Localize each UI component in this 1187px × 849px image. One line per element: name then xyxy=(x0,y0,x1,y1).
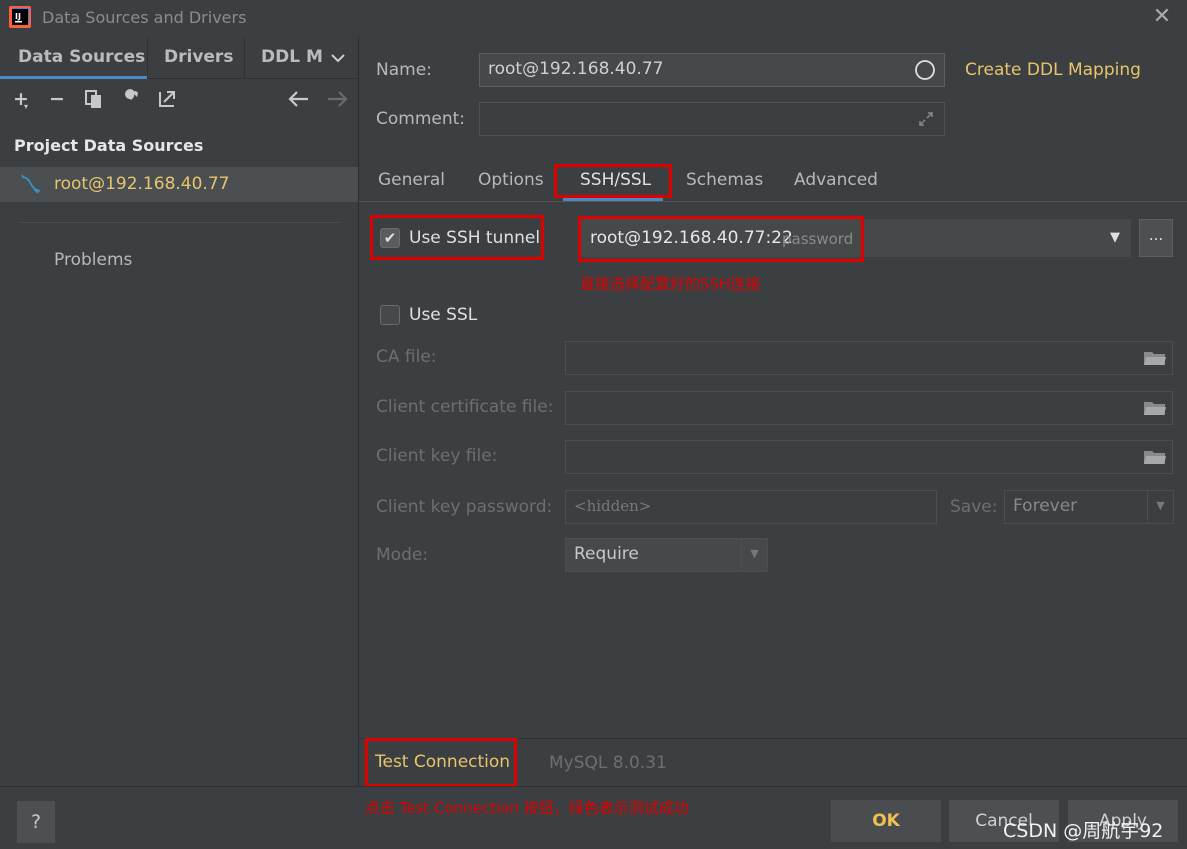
jump-to-icon[interactable] xyxy=(156,88,178,110)
forward-arrow-icon[interactable] xyxy=(326,89,348,109)
folder-icon[interactable] xyxy=(1143,349,1167,367)
tab-divider xyxy=(147,37,148,79)
ok-button[interactable]: OK xyxy=(831,800,941,842)
folder-icon[interactable] xyxy=(1143,399,1167,417)
key-password-placeholder: <hidden> xyxy=(574,497,652,515)
ca-file-label: CA file: xyxy=(376,347,437,367)
client-cert-input[interactable] xyxy=(565,391,1173,425)
tab-advanced[interactable]: Advanced xyxy=(794,170,878,190)
project-data-sources-heading: Project Data Sources xyxy=(14,136,204,155)
tab-general[interactable]: General xyxy=(378,170,445,190)
active-tab-indicator xyxy=(563,198,663,201)
create-ddl-mapping-link[interactable]: Create DDL Mapping xyxy=(965,60,1141,80)
mysql-dolphin-icon xyxy=(21,174,41,194)
tab-divider xyxy=(244,37,245,79)
mode-value: Require xyxy=(574,544,639,564)
window-title: Data Sources and Drivers xyxy=(42,8,247,27)
tab-options[interactable]: Options xyxy=(478,170,544,190)
mode-select[interactable]: Require ▼ xyxy=(565,538,768,572)
tab-ddl-mappings[interactable]: DDL M xyxy=(261,47,323,67)
mode-label: Mode: xyxy=(376,545,429,565)
name-value: root@192.168.40.77 xyxy=(488,59,664,79)
tab-baseline xyxy=(359,201,1187,202)
divider xyxy=(20,222,340,223)
driver-version: MySQL 8.0.31 xyxy=(549,753,667,773)
remove-icon[interactable]: − xyxy=(46,88,68,110)
ssh-config-dropdown-icon[interactable]: ▼ xyxy=(1099,219,1131,257)
wrench-icon[interactable] xyxy=(119,88,141,110)
duplicate-icon[interactable] xyxy=(84,89,104,109)
ca-file-input[interactable] xyxy=(565,341,1173,375)
save-value: Forever xyxy=(1013,496,1078,516)
color-circle-icon[interactable] xyxy=(914,59,936,81)
active-tab-indicator xyxy=(0,76,147,79)
use-ssl-checkbox[interactable] xyxy=(380,305,400,325)
highlight-box-test xyxy=(365,738,517,787)
name-label: Name: xyxy=(376,60,432,80)
use-ssh-label: Use SSH tunnel xyxy=(409,228,541,248)
ssh-more-button[interactable]: ... xyxy=(1139,219,1173,257)
key-password-input[interactable]: <hidden> xyxy=(565,490,937,524)
folder-icon[interactable] xyxy=(1143,448,1167,466)
back-arrow-icon[interactable] xyxy=(288,89,310,109)
close-icon[interactable]: ✕ xyxy=(1150,5,1174,29)
use-ssh-checkbox[interactable]: ✔ xyxy=(380,228,400,248)
tab-drivers[interactable]: Drivers xyxy=(164,47,233,67)
highlight-box-tab xyxy=(554,164,672,198)
client-key-label: Client key file: xyxy=(376,446,498,466)
test-annotation: 点击 Test Connection 按钮，绿色表示测试成功 xyxy=(365,799,689,817)
use-ssl-label: Use SSL xyxy=(409,305,478,325)
expand-icon[interactable] xyxy=(918,111,934,127)
intellij-app-icon: IJ xyxy=(9,6,31,28)
tab-schemas[interactable]: Schemas xyxy=(686,170,763,190)
tab-data-sources[interactable]: Data Sources xyxy=(18,47,145,67)
chevron-down-icon: ▼ xyxy=(741,539,767,571)
client-key-input[interactable] xyxy=(565,440,1173,474)
add-dropdown-icon: ▾ xyxy=(24,102,29,111)
save-label: Save: xyxy=(950,497,998,517)
help-button[interactable]: ? xyxy=(17,801,55,843)
problems-item[interactable]: Problems xyxy=(54,250,132,270)
svg-text:IJ: IJ xyxy=(15,12,21,21)
ssh-annotation: 直接选择配置好的SSH连接 xyxy=(580,275,761,293)
csdn-watermark: CSDN @周航宇92 xyxy=(1003,820,1164,842)
key-password-label: Client key password: xyxy=(376,497,553,517)
chevron-down-icon[interactable] xyxy=(330,52,346,64)
comment-input[interactable] xyxy=(479,102,945,136)
add-icon[interactable]: + xyxy=(10,88,32,110)
client-cert-label: Client certificate file: xyxy=(376,397,554,417)
save-select[interactable]: Forever ▼ xyxy=(1004,490,1174,524)
highlight-box-ssh-config xyxy=(578,216,864,262)
datasource-label: root@192.168.40.77 xyxy=(54,174,230,194)
chevron-down-icon: ▼ xyxy=(1147,491,1173,523)
name-input[interactable]: root@192.168.40.77 xyxy=(479,53,945,87)
comment-label: Comment: xyxy=(376,109,466,129)
